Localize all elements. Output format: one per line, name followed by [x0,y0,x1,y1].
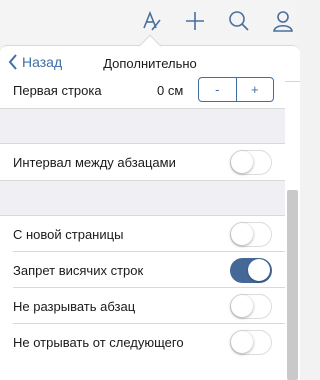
first-line-row: Первая строка 0 см - + [0,72,285,108]
page-break-toggle[interactable] [230,222,272,247]
page-break-row[interactable]: С новой страницы [0,216,285,252]
orphan-control-row[interactable]: Запрет висячих строк [0,252,285,288]
add-icon[interactable] [182,8,208,34]
keep-with-next-label: Не отрывать от следующего [13,334,184,350]
scrollbar-thumb[interactable] [287,190,298,380]
toggle-knob [231,331,253,353]
page-break-label: С новой страницы [13,226,124,242]
paragraph-spacing-toggle[interactable] [230,150,272,175]
keep-with-next-row[interactable]: Не отрывать от следующего [0,324,285,360]
first-line-value: 0 см [157,82,184,98]
first-line-label: Первая строка [13,82,102,98]
paragraph-spacing-label: Интервал между абзацами [13,154,176,170]
toggle-knob [231,151,253,173]
first-line-stepper: - + [198,77,274,102]
user-icon[interactable] [270,8,296,34]
toggle-knob [248,259,270,281]
decrement-button[interactable]: - [199,78,236,101]
section-gap [0,108,285,144]
section-gap [0,180,285,216]
increment-button[interactable]: + [237,78,274,101]
keep-together-toggle[interactable] [230,294,272,319]
scrollbar-track[interactable] [285,82,300,380]
paragraph-spacing-row[interactable]: Интервал между абзацами [0,144,285,180]
keep-together-label: Не разрывать абзац [13,298,136,314]
popover-title: Дополнительно [103,56,197,71]
toggle-knob [231,295,253,317]
text-format-icon[interactable] [138,8,164,34]
search-icon[interactable] [226,8,252,34]
orphan-control-label: Запрет висячих строк [13,262,144,278]
toggle-knob [231,223,253,245]
orphan-control-toggle[interactable] [230,258,272,283]
advanced-settings-popover: Назад Дополнительно Первая строка 0 см -… [0,45,300,380]
keep-together-row[interactable]: Не разрывать абзац [0,288,285,324]
keep-with-next-toggle[interactable] [230,330,272,355]
